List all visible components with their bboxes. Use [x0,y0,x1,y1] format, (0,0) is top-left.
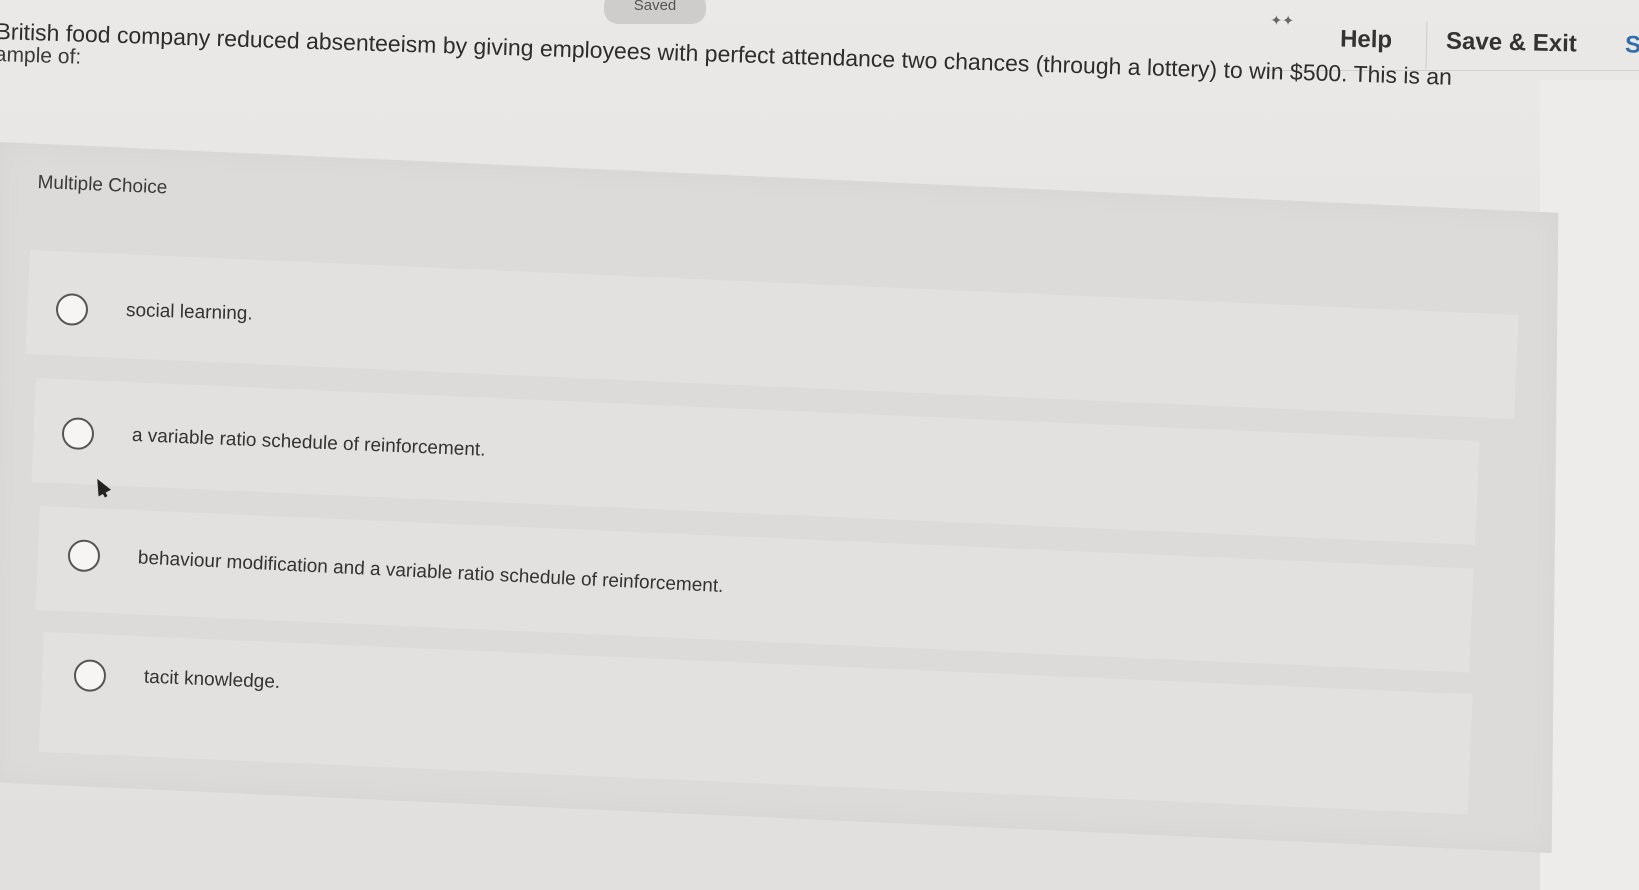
answer-option-label: social learning. [125,299,253,325]
radio-button[interactable] [73,659,107,693]
submit-button[interactable]: S [1625,31,1639,59]
save-exit-button[interactable]: Save & Exit [1446,28,1577,59]
answer-option-label: a variable ratio schedule of reinforceme… [131,424,486,461]
answer-option-label: tacit knowledge. [143,666,281,693]
answer-option-label: behaviour modification and a variable ra… [137,547,724,598]
answer-option-4[interactable]: tacit knowledge. [73,636,282,722]
answer-option-1[interactable]: social learning. [55,270,254,353]
help-button[interactable]: Help [1340,25,1393,54]
quiz-screen: Saved ✦✦ Help Save & Exit S British food… [0,0,1639,890]
radio-button[interactable] [67,539,101,573]
sparkle-icon: ✦✦ [1270,12,1295,29]
saved-status-badge: Saved [604,0,706,24]
radio-button[interactable] [55,293,89,326]
radio-button[interactable] [61,417,95,451]
